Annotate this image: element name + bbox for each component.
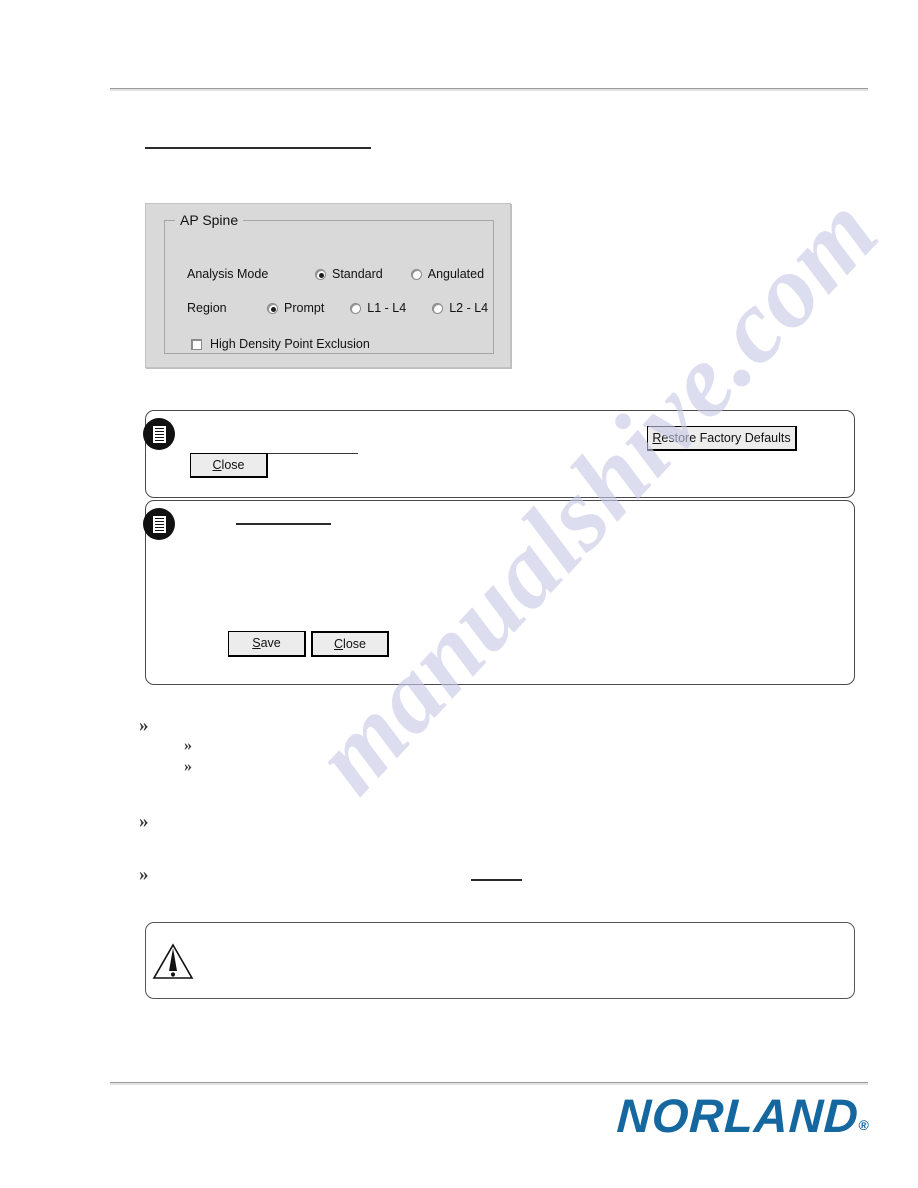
close-button-second-note[interactable]: Close	[311, 631, 389, 657]
radio-prompt-indicator[interactable]	[267, 302, 278, 314]
radio-option-l2-l4[interactable]: L2 - L4	[432, 301, 488, 315]
radio-option-standard[interactable]: Standard	[315, 267, 383, 281]
page-title-underline	[145, 147, 371, 149]
radio-l2-l4-indicator[interactable]	[432, 302, 444, 314]
close-button-leader-line	[268, 453, 358, 454]
radio-option-angulated[interactable]: Angulated	[410, 267, 485, 281]
close2-button-rest: lose	[343, 636, 366, 651]
save-button-rest: ave	[260, 636, 281, 651]
radio-l1-l4-indicator[interactable]	[350, 302, 362, 314]
radio-option-prompt[interactable]: Prompt	[267, 301, 324, 315]
chevron-bullet-icon: »	[139, 811, 149, 832]
list-item: »	[139, 812, 159, 831]
registered-mark: ®	[857, 1117, 870, 1133]
chevron-bullet-icon: »	[139, 715, 149, 736]
restore-button-accel-char: R	[652, 430, 662, 445]
footer-rule	[110, 1082, 868, 1085]
norland-logo: NORLAND®	[615, 1089, 871, 1142]
close2-button-accel-char: C	[334, 636, 344, 651]
high-density-point-exclusion-checkbox[interactable]	[191, 338, 202, 350]
note-callout-first: Close Restore Factory Defaults	[143, 410, 855, 498]
note-page-glyph	[152, 425, 166, 443]
ap-spine-groupbox: AP Spine Analysis Mode Standard Angulate…	[164, 211, 494, 354]
save-button-accel-char: S	[252, 636, 261, 651]
save-button[interactable]: Save	[228, 631, 306, 657]
inline-redaction-underline	[471, 879, 522, 881]
chevron-bullet-icon: »	[139, 864, 149, 885]
radio-angulated-label: Angulated	[427, 267, 485, 281]
warning-triangle-icon	[152, 943, 194, 979]
warning-callout	[145, 922, 855, 999]
list-item: »	[139, 716, 159, 735]
note-page-glyph	[152, 515, 166, 533]
note-callout-second: Save Close	[143, 500, 855, 685]
note-icon	[143, 418, 175, 450]
chevron-bullet-icon: »	[184, 737, 192, 754]
ap-spine-dialog-panel: AP Spine Analysis Mode Standard Angulate…	[145, 203, 511, 368]
radio-prompt-label: Prompt	[284, 301, 325, 315]
radio-standard-indicator[interactable]	[315, 268, 326, 280]
region-label: Region	[187, 301, 227, 315]
list-item: »	[184, 738, 202, 754]
restore-factory-defaults-button[interactable]: Restore Factory Defaults	[647, 426, 797, 451]
analysis-mode-label: Analysis Mode	[187, 267, 269, 281]
radio-standard-label: Standard	[332, 267, 383, 281]
restore-button-rest: estore Factory Defaults	[661, 430, 791, 445]
groupbox-legend: AP Spine	[175, 211, 244, 229]
note-icon	[143, 508, 175, 540]
high-density-point-exclusion-label: High Density Point Exclusion	[210, 337, 370, 351]
high-density-point-exclusion-row[interactable]: High Density Point Exclusion	[191, 337, 370, 351]
chevron-bullet-icon: »	[184, 758, 192, 775]
radio-angulated-indicator[interactable]	[410, 268, 422, 280]
radio-option-l1-l4[interactable]: L1 - L4	[350, 301, 406, 315]
analysis-mode-row: Analysis Mode Standard Angulated	[187, 267, 484, 281]
close-button-rest: lose	[221, 457, 245, 472]
region-row: Region Prompt L1 - L4 L2 - L4	[187, 301, 488, 315]
note-heading-underline	[236, 523, 331, 525]
radio-l1-l4-label: L1 - L4	[367, 301, 407, 315]
close-button-first-note[interactable]: Close	[190, 453, 268, 478]
radio-l2-l4-label: L2 - L4	[449, 301, 489, 315]
norland-wordmark: NORLAND	[615, 1089, 861, 1142]
close-button-accel-char: C	[212, 457, 222, 472]
list-item: »	[139, 865, 159, 884]
list-item: »	[184, 759, 202, 775]
header-rule	[110, 88, 868, 91]
